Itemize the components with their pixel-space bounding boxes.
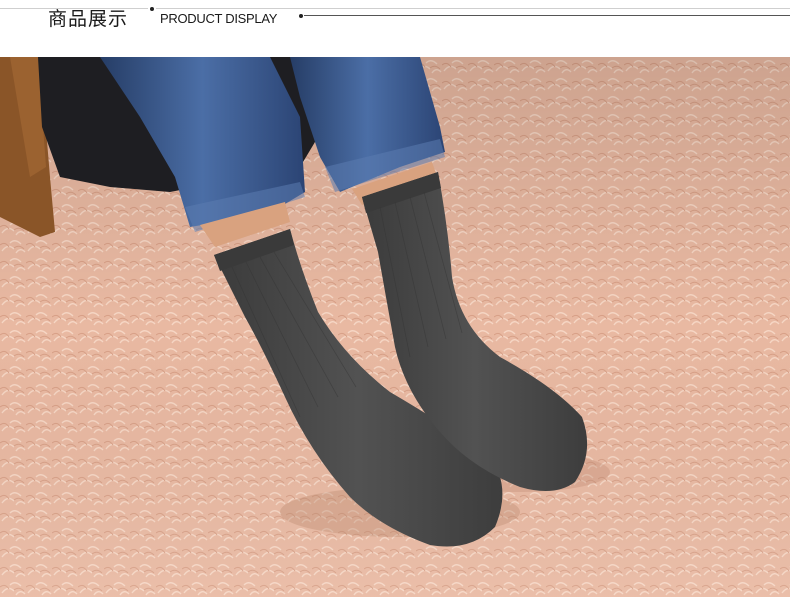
socks-photo-illustration xyxy=(0,57,790,597)
section-header: 商品展示 PRODUCT DISPLAY xyxy=(0,0,790,34)
product-photo xyxy=(0,57,790,597)
header-dot-icon xyxy=(150,7,154,11)
header-spacer xyxy=(0,34,790,57)
section-title-chinese: 商品展示 xyxy=(48,8,129,30)
header-rule-bottom xyxy=(304,15,790,16)
header-rule-right xyxy=(156,8,790,9)
header-dot-icon xyxy=(299,14,303,18)
section-title-english: PRODUCT DISPLAY xyxy=(160,11,278,26)
